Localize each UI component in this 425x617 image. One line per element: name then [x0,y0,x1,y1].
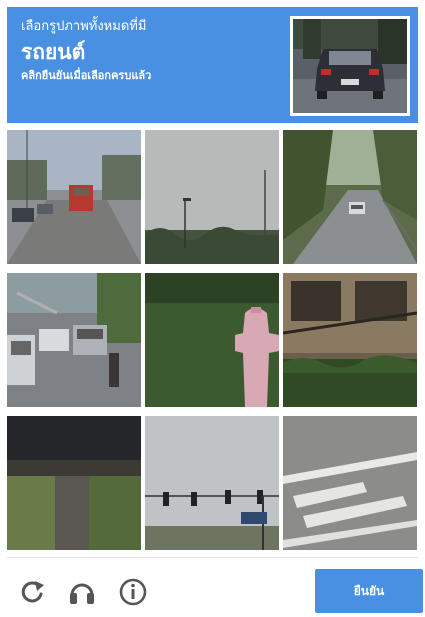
verify-button[interactable]: ยืนยัน [315,569,423,613]
tile-sky-treeline[interactable] [145,130,279,264]
tile-street-truck[interactable] [7,130,141,264]
hint-text: คลิกยืนยันเมื่อเลือกครบแล้ว [21,69,152,82]
target-object-text: รถยนต์ [21,40,86,64]
tile-road-marking[interactable] [283,416,417,550]
tile-building[interactable] [283,273,417,407]
captcha-challenge-frame: เลือกรูปภาพทั้งหมดที่มี รถยนต์ คลิกยืนยั… [0,0,425,617]
footer-divider [7,557,418,558]
info-icon[interactable] [118,577,148,607]
tile-bridge[interactable] [7,416,141,550]
audio-challenge-icon[interactable] [67,577,97,607]
reload-icon[interactable] [17,577,47,607]
tile-parked-cars[interactable] [7,273,141,407]
image-grid [7,130,418,550]
instruction-text: เลือกรูปภาพทั้งหมดที่มี [21,19,147,34]
tile-traffic-lights[interactable] [145,416,279,550]
tile-hydrant[interactable] [145,273,279,407]
tile-road-car[interactable] [283,130,417,264]
challenge-header: เลือกรูปภาพทั้งหมดที่มี รถยนต์ คลิกยืนยั… [7,7,418,123]
sample-image [290,16,410,116]
